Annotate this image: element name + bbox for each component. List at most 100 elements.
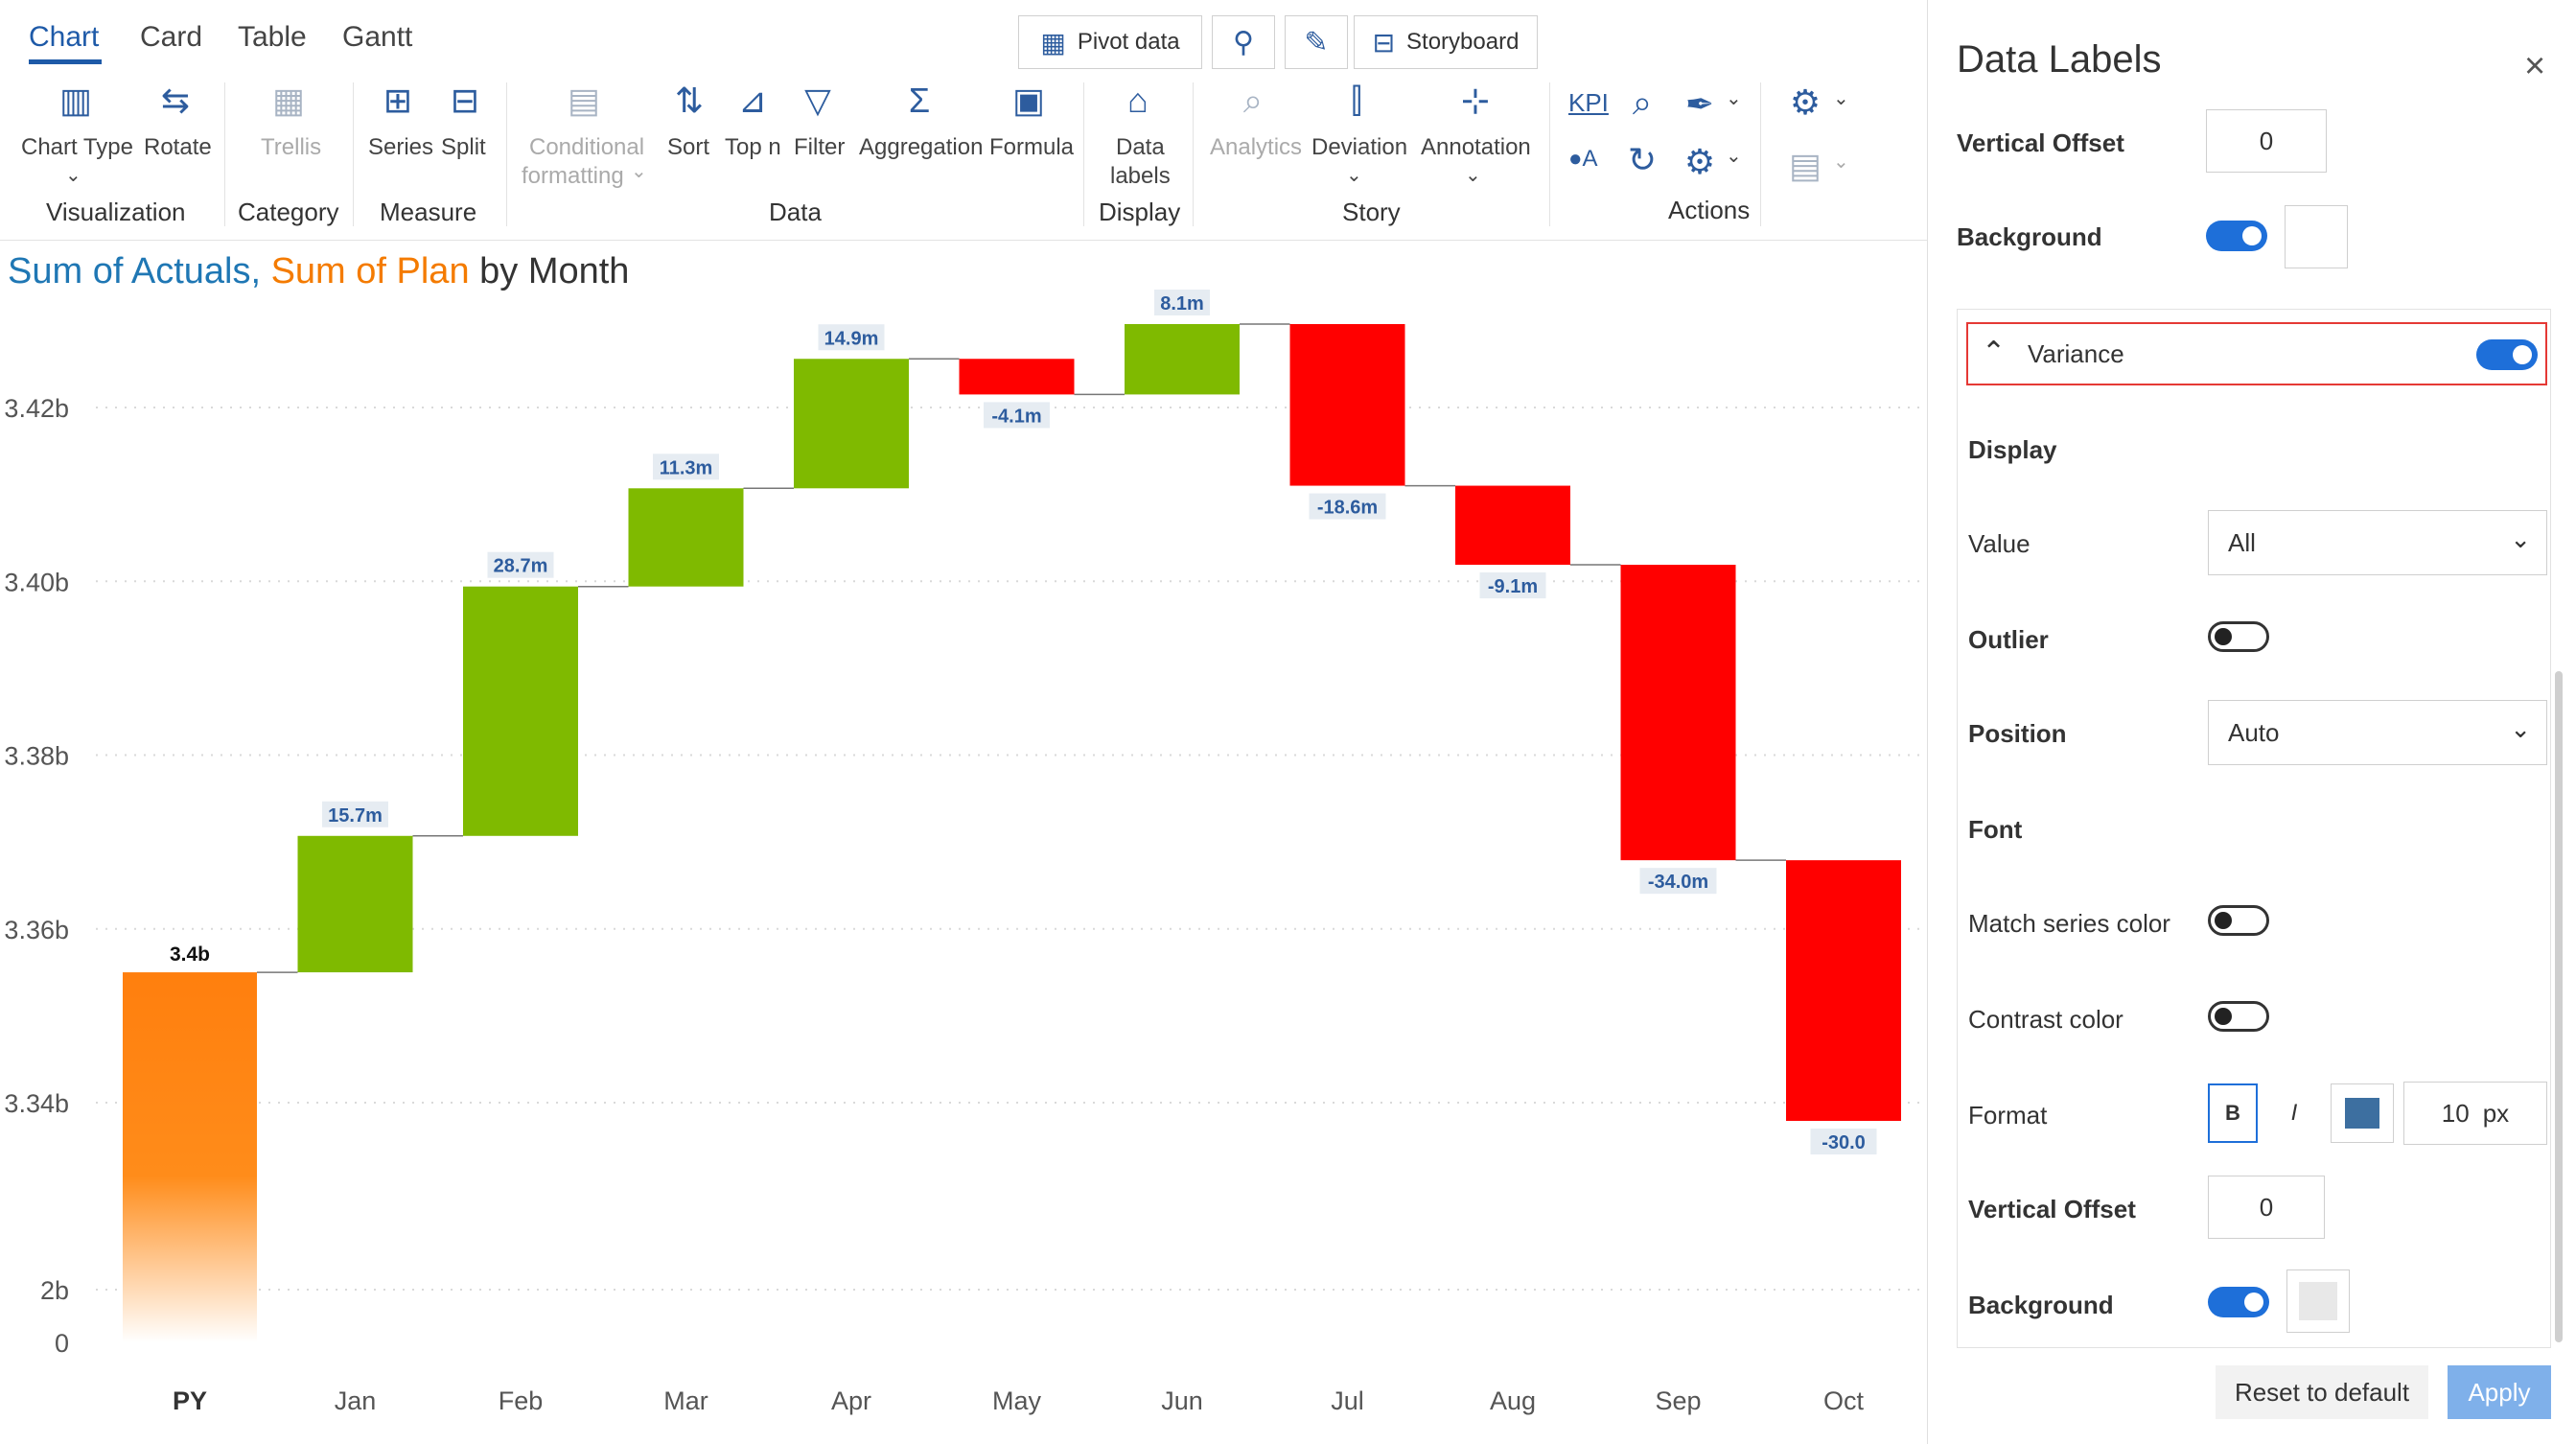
bar-mar: [628, 488, 744, 587]
divider: [1549, 82, 1550, 226]
edit-table-button[interactable]: ✎: [1285, 15, 1348, 69]
top-background-label: Background: [1957, 222, 2102, 251]
chart-type-icon[interactable]: ▥: [54, 79, 98, 123]
ribbon-toolbar: Chart Card Table Gantt ▦ Pivot data ⚲ ✎ …: [0, 0, 1927, 241]
data-label: -4.1m: [991, 406, 1041, 427]
annotation-icon[interactable]: ⊹: [1453, 79, 1497, 123]
data-labels-icon[interactable]: ⌂: [1116, 79, 1160, 123]
data-labels-panel: Data Labels × Vertical Offset 0 Backgrou…: [1927, 0, 2576, 1444]
aggregation-label[interactable]: Aggregation: [859, 134, 983, 161]
tab-gantt[interactable]: Gantt: [342, 21, 412, 54]
aggregation-icon[interactable]: Σ: [897, 79, 941, 123]
storyboard-button[interactable]: ⊟ Storyboard: [1354, 15, 1538, 69]
y-tick-label: 2b: [40, 1276, 69, 1305]
filter-icon[interactable]: ▽: [796, 79, 840, 123]
tab-card[interactable]: Card: [140, 21, 202, 54]
chevron-down-icon[interactable]: ⌄: [1465, 163, 1481, 187]
series-label[interactable]: Series: [368, 134, 433, 161]
deviation-label[interactable]: Deviation: [1311, 134, 1407, 161]
y-tick-label: 3.36b: [4, 916, 69, 944]
deviation-icon[interactable]: ⫿: [1334, 79, 1379, 123]
series-icon[interactable]: ⊞: [376, 79, 420, 123]
sort-label[interactable]: Sort: [667, 134, 709, 161]
rotate-icon[interactable]: ⇆: [153, 79, 197, 123]
background-color-swatch[interactable]: [2286, 1269, 2350, 1333]
trellis-label: Trellis: [261, 134, 322, 160]
x-tick-label: Jan: [335, 1386, 377, 1415]
y-tick-label: 3.38b: [4, 742, 69, 771]
paintbrush-icon[interactable]: ✒: [1678, 82, 1722, 127]
group-actions: Actions: [1668, 196, 1751, 224]
chart-type-label[interactable]: Chart Type: [21, 134, 133, 161]
conditional-label-1: Conditional: [529, 134, 645, 160]
contrast-toggle[interactable]: [2208, 1001, 2269, 1032]
chevron-up-icon[interactable]: ⌃: [1982, 336, 2006, 369]
sort-icon[interactable]: ⇅: [667, 79, 711, 123]
chevron-down-icon[interactable]: ⌄: [65, 163, 81, 187]
match-series-toggle[interactable]: [2208, 905, 2269, 936]
chevron-down-icon[interactable]: ⌄: [1726, 86, 1742, 110]
outlier-toggle[interactable]: [2208, 621, 2269, 652]
value-select[interactable]: All ⌄: [2208, 510, 2547, 575]
divider: [224, 82, 225, 226]
top-background-toggle[interactable]: [2206, 221, 2267, 251]
annotation-label[interactable]: Annotation: [1421, 134, 1531, 161]
variance-toggle[interactable]: [2476, 339, 2538, 370]
panel-scrollbar[interactable]: [2555, 671, 2563, 1342]
split-label[interactable]: Split: [441, 134, 486, 161]
a-label-button[interactable]: ●A: [1568, 146, 1598, 173]
position-select[interactable]: Auto ⌄: [2208, 700, 2547, 765]
top-n-icon[interactable]: ⊿: [731, 79, 775, 123]
background-toggle[interactable]: [2208, 1287, 2269, 1317]
bar-jan: [297, 835, 413, 973]
title-by-month: by Month: [479, 251, 630, 291]
filter-label[interactable]: Filter: [794, 134, 845, 161]
title-plan: Sum of Plan: [270, 251, 470, 291]
rotate-label[interactable]: Rotate: [144, 134, 212, 161]
bar-feb: [463, 586, 578, 836]
kpi-button[interactable]: KPI: [1568, 88, 1609, 118]
bold-button[interactable]: B: [2208, 1083, 2258, 1143]
reset-to-default-button[interactable]: Reset to default: [2216, 1365, 2428, 1419]
gear-icon[interactable]: ⚙: [1678, 140, 1722, 184]
divider: [1760, 82, 1761, 226]
bar-py: [123, 972, 257, 1342]
font-color-button[interactable]: [2331, 1083, 2394, 1143]
close-icon[interactable]: ×: [2524, 46, 2545, 87]
data-label-py: 3.4b: [170, 943, 210, 966]
x-tick-label: Apr: [831, 1386, 871, 1415]
top-vertical-offset-input[interactable]: 0: [2206, 109, 2327, 173]
contrast-label: Contrast color: [1968, 1005, 2123, 1034]
chevron-down-icon[interactable]: ⌄: [1833, 86, 1849, 110]
apply-button[interactable]: Apply: [2448, 1365, 2551, 1419]
data-labels-label-1[interactable]: Data: [1116, 134, 1165, 161]
x-tick-label: Jul: [1331, 1386, 1364, 1415]
formula-label[interactable]: Formula: [989, 134, 1074, 161]
vertical-offset-label: Vertical Offset: [1968, 1195, 2136, 1223]
vertical-offset-input[interactable]: 0: [2208, 1176, 2325, 1239]
tab-table[interactable]: Table: [238, 21, 307, 54]
group-category: Category: [238, 198, 339, 226]
font-heading: Font: [1968, 815, 2023, 844]
chevron-down-icon[interactable]: ⌄: [1726, 144, 1742, 168]
export-settings-icon[interactable]: ⚙: [1783, 81, 1827, 125]
split-icon[interactable]: ⊟: [443, 79, 487, 123]
filter-settings-button[interactable]: ⚲: [1212, 15, 1275, 69]
x-tick-label: May: [992, 1386, 1042, 1415]
x-tick-label: Feb: [499, 1386, 544, 1415]
top-background-color-swatch[interactable]: [2285, 205, 2348, 268]
font-size-input[interactable]: 10 px: [2403, 1082, 2547, 1145]
pivot-data-button[interactable]: ▦ Pivot data: [1018, 15, 1202, 69]
data-labels-label-2[interactable]: labels: [1110, 163, 1171, 190]
tab-chart[interactable]: Chart: [29, 21, 99, 54]
search-icon[interactable]: ⌕: [1620, 81, 1664, 125]
data-label: 14.9m: [824, 328, 879, 349]
font-color-swatch: [2345, 1098, 2379, 1129]
top-n-label[interactable]: Top n: [725, 134, 781, 161]
chevron-down-icon[interactable]: ⌄: [1346, 163, 1362, 187]
formula-icon[interactable]: ▣: [1007, 79, 1051, 123]
match-series-label: Match series color: [1968, 909, 2170, 938]
italic-button[interactable]: I: [2269, 1083, 2319, 1143]
bar-jul: [1289, 324, 1405, 486]
refresh-icon[interactable]: ↻: [1620, 138, 1664, 182]
